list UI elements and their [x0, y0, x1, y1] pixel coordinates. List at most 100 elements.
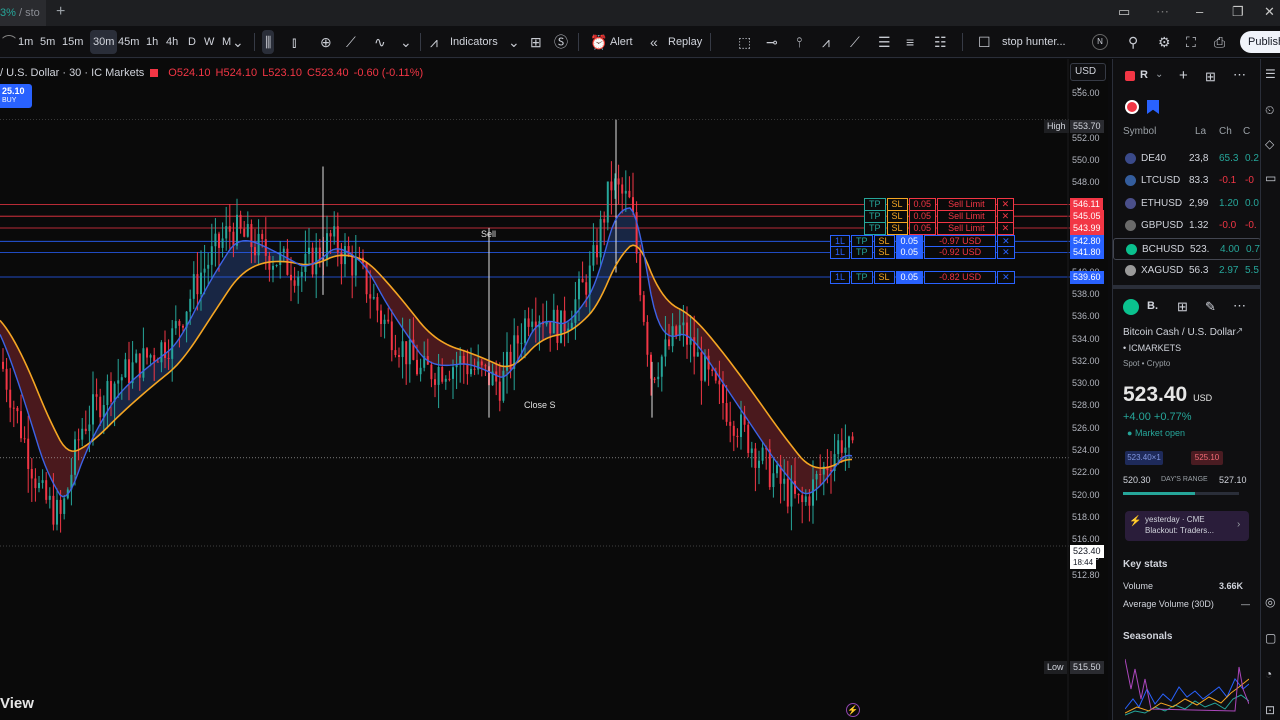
candles-icon[interactable]: ⫼ — [262, 30, 275, 54]
position-mult[interactable]: 1L — [830, 271, 851, 285]
chevron-down-icon[interactable]: ⌄ — [508, 26, 520, 58]
position-close[interactable]: ✕ — [997, 246, 1015, 260]
browser-tab[interactable]: 3% / sto — [0, 0, 46, 26]
position-line[interactable]: 1L TP SL 0.05 -0.82 USD ✕ — [830, 271, 1016, 285]
more-icon[interactable]: ⋯ — [1156, 4, 1169, 20]
interval-1h[interactable]: 1h — [146, 26, 158, 58]
more-icon[interactable]: ⋯ — [1233, 298, 1246, 314]
order-tp[interactable]: TP — [864, 222, 886, 236]
position-pnl[interactable]: -0.92 USD — [924, 246, 997, 260]
position-pnl[interactable]: -0.82 USD — [924, 271, 997, 285]
edit-icon[interactable]: ✎ — [1205, 299, 1216, 315]
interval-30m[interactable]: 30m — [90, 30, 118, 54]
layouts-icon[interactable]: ⊞ — [530, 26, 542, 58]
lightning-icon[interactable]: ⚡ — [846, 703, 860, 717]
detail-short-name[interactable]: B. — [1147, 300, 1158, 312]
minimize-icon[interactable]: – — [1196, 4, 1203, 19]
notes-icon[interactable]: ▢ — [1265, 631, 1276, 645]
bookmark-icon[interactable] — [1147, 100, 1159, 114]
position-tp[interactable]: TP — [851, 271, 873, 285]
order-qty[interactable]: 0.05 — [908, 222, 937, 236]
red-circle-icon[interactable] — [1125, 100, 1139, 114]
lines-icon[interactable]: ≡ — [906, 26, 914, 58]
chevron-down-icon[interactable]: ⌄ — [400, 26, 412, 58]
hotlist-icon[interactable]: ◔ — [1265, 667, 1272, 681]
buy-button[interactable]: 25.10 BUY — [0, 84, 32, 108]
panel-divider[interactable] — [1113, 285, 1260, 289]
dollar-icon[interactable]: Ⓢ — [554, 26, 568, 58]
alert-icon[interactable]: ⏰ — [590, 26, 607, 58]
order-close[interactable]: ✕ — [996, 222, 1015, 236]
col-change-pct[interactable]: C — [1243, 126, 1250, 137]
position-close[interactable]: ✕ — [997, 271, 1015, 285]
interval-D[interactable]: D — [188, 26, 196, 58]
watchlist-row[interactable]: BCHUSD 523. 4.00 0.7 — [1113, 237, 1260, 260]
trend-icon[interactable]: ⩘ — [822, 26, 830, 58]
alerts-icon[interactable]: ⏲ — [1265, 103, 1274, 118]
position-sl[interactable]: SL — [873, 271, 895, 285]
watchlist-row[interactable]: XAGUSD 56.3 2.97 5.5 — [1113, 260, 1260, 282]
settings-lines-icon[interactable]: ☷ — [934, 26, 947, 58]
more-icon[interactable]: ⋯ — [1233, 67, 1246, 83]
ray-icon[interactable]: ⟋ — [850, 26, 860, 58]
search-icon[interactable]: ⚲ — [1128, 26, 1138, 58]
horizontal-line-icon[interactable]: ⊸ — [766, 26, 778, 58]
chart-canvas[interactable] — [0, 59, 1108, 720]
news-card[interactable]: ⚡ yesterday · CME Blackout: Traders... › — [1125, 511, 1249, 541]
help-icon[interactable]: ◎ — [1265, 595, 1275, 609]
seasonals-heading[interactable]: Seasonals — [1123, 631, 1172, 642]
chevron-down-icon[interactable]: ⌄ — [1155, 69, 1163, 80]
col-last[interactable]: La — [1195, 126, 1206, 137]
position-sl[interactable]: SL — [873, 246, 895, 260]
interval-4h[interactable]: 4h — [166, 26, 178, 58]
interval-W[interactable]: W — [204, 26, 214, 58]
position-mult[interactable]: 1L — [830, 246, 851, 260]
flag-icon[interactable] — [1125, 71, 1135, 81]
interval-1m[interactable]: 1m — [18, 26, 33, 58]
chevron-down-icon[interactable]: ⌄ — [232, 26, 244, 58]
interval-5m[interactable]: 5m — [40, 26, 55, 58]
indicator-template-icon[interactable]: ∿ — [374, 26, 386, 58]
watchlist-title[interactable]: R — [1140, 69, 1148, 81]
price-chart[interactable]: / U.S. Dollar · 30 · IC Markets O524.10 H… — [0, 59, 1108, 720]
bid-badge[interactable]: 523.40×1 — [1125, 451, 1163, 465]
maximize-icon[interactable]: ❐ — [1232, 4, 1244, 20]
cast-icon[interactable]: ▭ — [1118, 4, 1130, 20]
layout-name-button[interactable]: stop hunter... — [1002, 26, 1066, 58]
detail-full-name[interactable]: Bitcoin Cash / U.S. Dollar — [1123, 327, 1236, 338]
camera-icon[interactable]: ⎙ — [1214, 26, 1225, 58]
col-symbol[interactable]: Symbol — [1123, 126, 1156, 137]
close-window-icon[interactable]: ✕ — [1264, 4, 1275, 20]
external-link-icon[interactable]: ↗ — [1235, 326, 1243, 337]
layers-icon[interactable]: ◇ — [1265, 137, 1274, 151]
vertical-line-icon[interactable]: ⫯ — [796, 26, 802, 58]
indicators-button[interactable]: Indicators — [450, 26, 498, 58]
watchlist-row[interactable]: DE40 23,8 65.3 0.2 — [1113, 148, 1260, 170]
chat-icon[interactable]: ▭ — [1265, 171, 1276, 185]
key-stats-heading[interactable]: Key stats — [1123, 559, 1167, 570]
position-qty[interactable]: 0.05 — [895, 246, 924, 260]
watchlist-row[interactable]: LTCUSD 83.3 -0.1 -0 — [1113, 170, 1260, 192]
watchlist-row[interactable]: GBPUSD 1.32 -0.0 -0. — [1113, 215, 1260, 237]
replay-button[interactable]: Replay — [668, 26, 702, 58]
calendar-icon[interactable]: ⊡ — [1265, 703, 1275, 717]
order-sl[interactable]: SL — [886, 222, 908, 236]
indicators-icon[interactable]: ⩘ — [430, 26, 438, 58]
position-qty[interactable]: 0.05 — [895, 271, 924, 285]
currency-button[interactable]: USD ⌄ — [1070, 63, 1106, 93]
replay-icon[interactable]: « — [650, 26, 658, 58]
col-change[interactable]: Ch — [1219, 126, 1232, 137]
watchlist-grid-icon[interactable]: ⊞ — [1205, 69, 1216, 85]
fib-icon[interactable]: ☰ — [878, 26, 891, 58]
watchlist-icon[interactable]: ☰ — [1265, 67, 1276, 81]
bars-icon[interactable]: ⫾ — [292, 26, 296, 58]
legend-symbol[interactable]: / U.S. Dollar · 30 · IC Markets — [0, 67, 144, 79]
ask-badge[interactable]: 525.10 — [1191, 451, 1223, 465]
crosshair-icon[interactable]: ⌒ — [2, 26, 16, 58]
sell-limit-order[interactable]: TP SL 0.05 Sell Limit ✕ — [864, 222, 1015, 236]
interval-M[interactable]: M — [222, 26, 231, 58]
interval-45m[interactable]: 45m — [118, 26, 139, 58]
gear-icon[interactable]: ⚙ — [1158, 26, 1171, 58]
detail-grid-icon[interactable]: ⊞ — [1177, 299, 1188, 315]
rectangle-select-icon[interactable]: ⬚ — [738, 26, 751, 58]
